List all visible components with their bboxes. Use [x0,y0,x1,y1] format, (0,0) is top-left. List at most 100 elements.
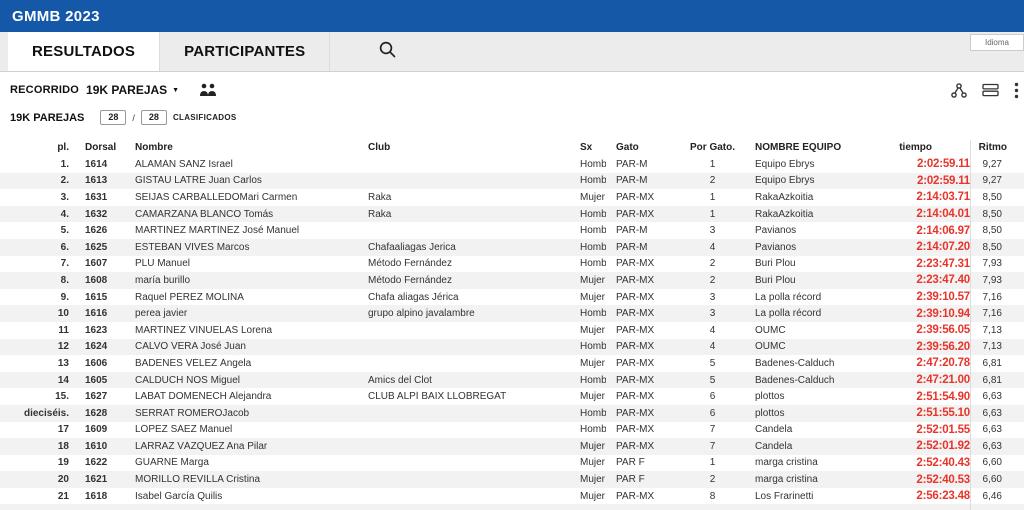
table-row[interactable] [0,504,1024,510]
table-row[interactable]: 17 1609 LÓPEZ SÁEZ Manuel Hombre PAR-MX … [0,422,1024,439]
list-view-icon[interactable] [982,83,999,97]
cell-nombre: PLU Manuel [125,258,358,269]
cell-pl: 4. [0,209,75,220]
cell-dorsal: 1627 [75,391,125,402]
cell-nombre: Isabel García Quilis [125,491,358,502]
cell-gato: PAR-MX [606,275,680,286]
cell-nombre: Raquel PÉREZ MOLINA [125,292,358,303]
cell-sx: Mujer [570,491,606,502]
table-row[interactable]: 9. 1615 Raquel PÉREZ MOLINA Chafa aliaga… [0,289,1024,306]
toolbar: RECORRIDO 19K PAREJAS ▼ [0,72,1024,108]
table-row[interactable]: 6. 1625 ESTEBAN VIVES Marcos Chafaaliaga… [0,239,1024,256]
cell-nombre: SEIJAS CARBALLEDOMari Carmen [125,192,358,203]
table-row[interactable]: 2. 1613 GISTAU LATRE Juan Carlos Hombre … [0,173,1024,190]
cell-tiempo: 2:39:10.94 [895,308,970,320]
cell-por-gato: 4 [680,325,745,336]
cell-sx: Mujer [570,441,606,452]
cell-gato: PAR-MX [606,375,680,386]
cell-nombre: perea javier [125,308,358,319]
table-row[interactable]: 12 1624 CALVO VERA José Juan Hombre PAR-… [0,339,1024,356]
cell-pl: 7. [0,258,75,269]
col-nombre-equipo: NOMBRE EQUIPO [745,142,895,153]
cell-club: Método Fernández [358,258,570,269]
cell-pl: 2. [0,175,75,186]
cell-nombre: BADENES VÉLEZ Ángela [125,358,358,369]
table-row[interactable]: 21 1618 Isabel García Quilis Mujer PAR-M… [0,488,1024,505]
table-row[interactable]: 5. 1626 MARTÍNEZ MARTÍNEZ José Manuel Ho… [0,222,1024,239]
table-row[interactable]: 19 1622 GUARNÉ Marga Mujer PAR F 1 marga… [0,455,1024,472]
table-row[interactable]: 1. 1614 ALAMÁN SANZ Israel Hombre PAR-M … [0,156,1024,173]
table-row[interactable]: 20 1621 MORILLO REVILLA Cristina Mujer P… [0,471,1024,488]
cell-tiempo: 2:51:55.10 [895,407,970,419]
table-row[interactable]: 18 1610 LARRAZ VÁZQUEZ Ana Pilar Mujer P… [0,438,1024,455]
cell-por-gato: 1 [680,457,745,468]
cell-gato: PAR-MX [606,209,680,220]
table-row[interactable]: dieciséis. 1628 SERRAT ROMEROJacob Hombr… [0,405,1024,422]
table-row[interactable]: 7. 1607 PLU Manuel Método Fernández Homb… [0,256,1024,273]
cell-gato: PAR-M [606,242,680,253]
cell-gato: PAR-M [606,159,680,170]
cell-nombre-equipo: Badenes-Calduch [745,358,895,369]
cell-dorsal: 1618 [75,491,125,502]
cell-sx: Hombre [570,209,606,220]
cell-tiempo: 2:02:59.11 [895,158,970,170]
table-row[interactable]: 13 1606 BADENES VÉLEZ Ángela Mujer PAR-M… [0,355,1024,372]
cell-nombre: CALVO VERA José Juan [125,341,358,352]
cell-gato: PAR-MX [606,441,680,452]
col-tiempo: tiempo [895,142,970,153]
summary-title: 19K PAREJAS [10,112,84,124]
cell-tiempo: 2:14:03.71 [895,191,970,203]
cell-sx: Mujer [570,358,606,369]
cell-dorsal: 1622 [75,457,125,468]
cell-dorsal: 1631 [75,192,125,203]
cell-nombre-equipo: plottos [745,408,895,419]
tab-participantes[interactable]: PARTICIPANTES [159,32,330,71]
table-row[interactable]: 11 1623 MARTINEZ VIÑUELAS Lorena Mujer P… [0,322,1024,339]
cell-tiempo: 2:14:06.97 [895,225,970,237]
cell-dorsal: 1621 [75,474,125,485]
cell-ritmo: 7,93 [970,258,1024,269]
cell-gato: PAR-MX [606,491,680,502]
cell-nombre-equipo: plottos [745,391,895,402]
table-row[interactable]: 3. 1631 SEIJAS CARBALLEDOMari Carmen Rak… [0,189,1024,206]
col-nombre: Nombre [125,142,358,153]
cell-club: Chafaaliagas Jerica [358,242,570,253]
recorrido-select[interactable]: 19K PAREJAS ▼ [86,83,179,97]
cell-pl: 17 [0,424,75,435]
cell-por-gato: 3 [680,308,745,319]
tab-resultados-label: RESULTADOS [32,43,135,60]
kebab-menu-icon[interactable] [1014,82,1019,99]
table-row[interactable]: 15. 1627 LABAT DOMENECH Alejandra CLUB A… [0,388,1024,405]
app-header: GMMB 2023 [0,0,1024,32]
col-por-gato: Por Gato. [680,142,745,153]
cell-dorsal: 1615 [75,292,125,303]
recorrido-value: 19K PAREJAS [86,83,167,97]
cell-pl: 10 [0,308,75,319]
cell-por-gato: 3 [680,225,745,236]
search-icon[interactable] [378,40,397,64]
cell-dorsal: 1609 [75,424,125,435]
cell-pl: dieciséis. [0,408,75,419]
cell-sx: Mujer [570,275,606,286]
cell-dorsal: 1608 [75,275,125,286]
cell-por-gato: 3 [680,292,745,303]
cell-dorsal: 1632 [75,209,125,220]
tab-resultados[interactable]: RESULTADOS [8,32,159,71]
cell-dorsal: 1625 [75,242,125,253]
table-row[interactable]: 4. 1632 CAMARZANA BLANCO Tomás Raka Homb… [0,206,1024,223]
table-row[interactable]: 10 1616 perea javier grupo alpino javala… [0,305,1024,322]
cell-nombre: SERRAT ROMEROJacob [125,408,358,419]
cell-tiempo: 2:23:47.40 [895,274,970,286]
cell-gato: PAR F [606,457,680,468]
cell-sx: Hombre [570,408,606,419]
table-row[interactable]: 14 1605 CALDUCH NOS Miguel Amics del Clo… [0,372,1024,389]
col-sx: Sx [570,142,606,153]
share-nodes-icon[interactable] [951,83,967,98]
cell-sx: Mujer [570,474,606,485]
cell-club: Método Fernández [358,275,570,286]
cell-pl: 18 [0,441,75,452]
cell-por-gato: 8 [680,491,745,502]
table-row[interactable]: 8. 1608 maría burillo Método Fernández M… [0,272,1024,289]
cell-tiempo: 2:39:10.57 [895,291,970,303]
idioma-button[interactable]: Idioma [970,34,1024,51]
